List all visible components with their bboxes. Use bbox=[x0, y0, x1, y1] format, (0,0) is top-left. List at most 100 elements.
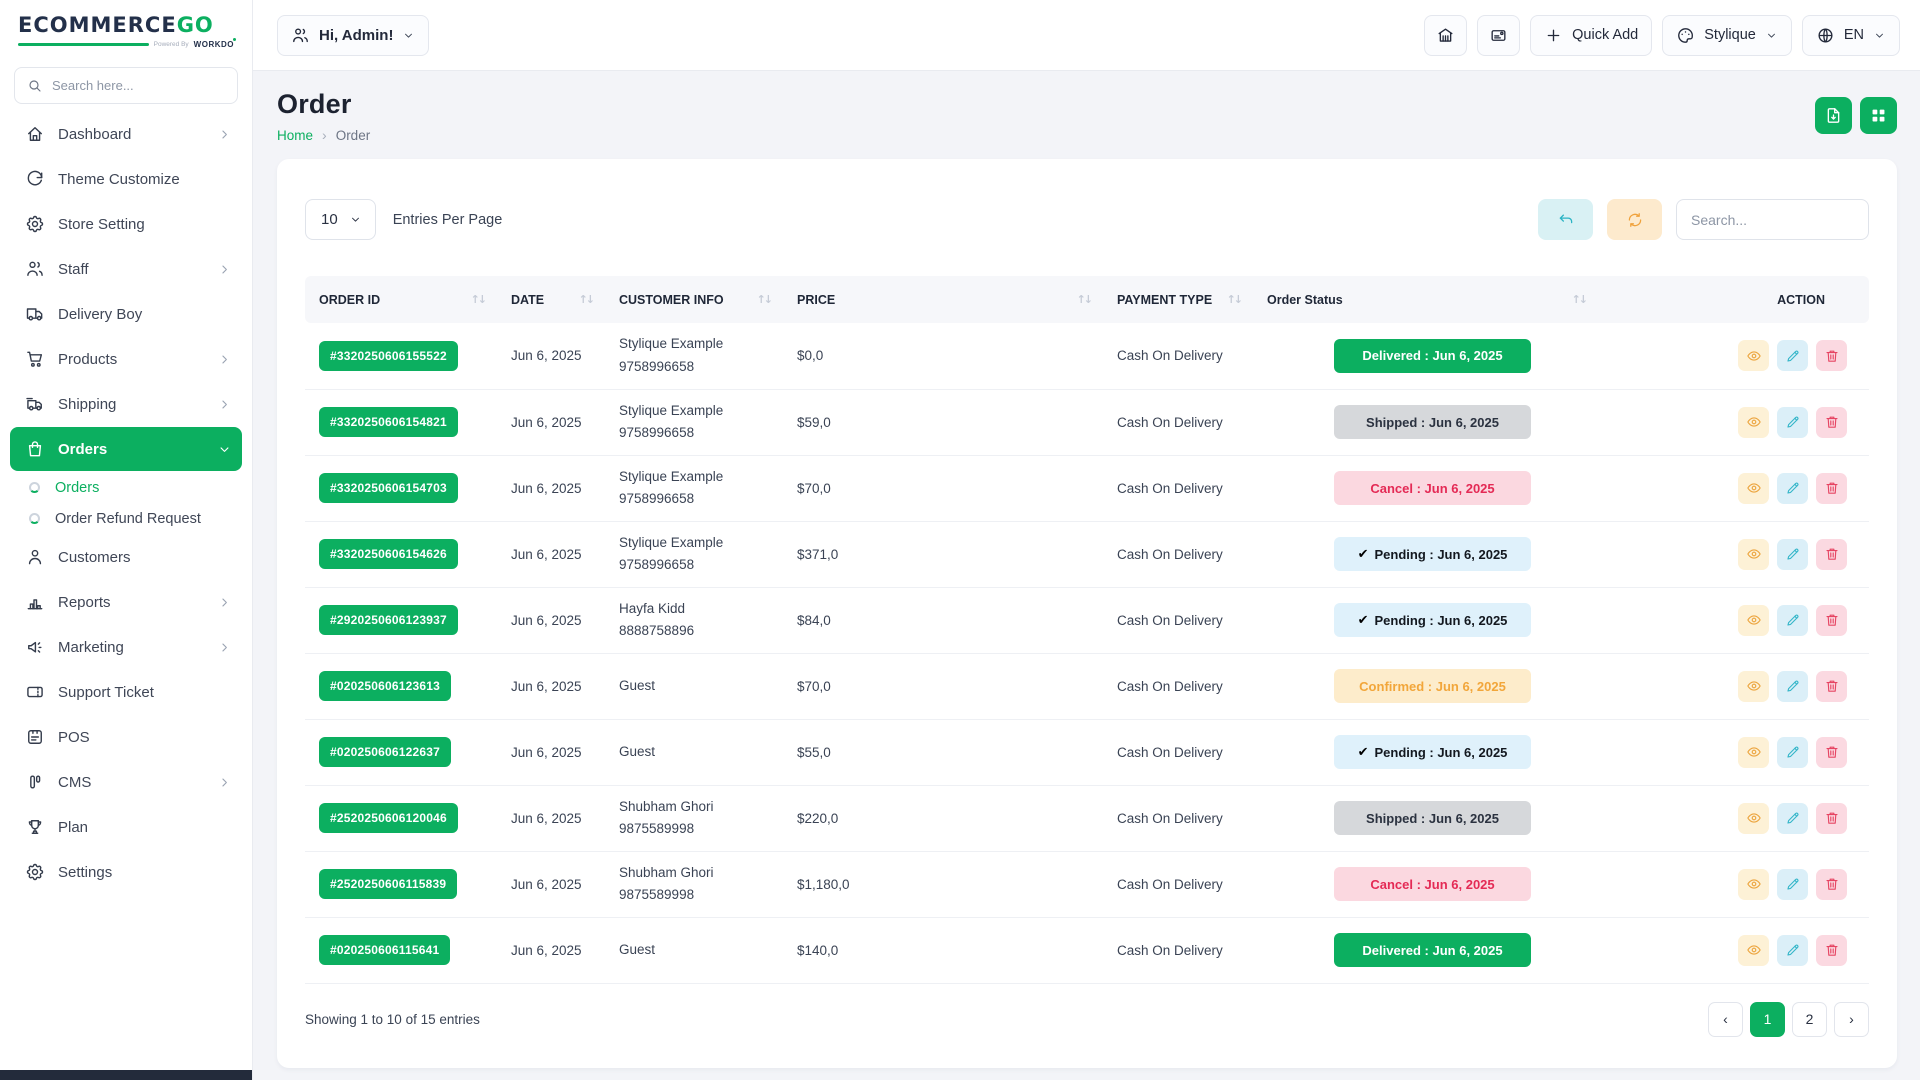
order-id-badge[interactable]: #2520250606115839 bbox=[319, 869, 457, 899]
sidebar-item-plan[interactable]: Plan bbox=[10, 805, 242, 849]
undo-button[interactable] bbox=[1538, 199, 1593, 240]
order-id-badge[interactable]: #3320250606155522 bbox=[319, 341, 458, 371]
view-order-button[interactable] bbox=[1738, 803, 1769, 834]
storefront-button[interactable] bbox=[1424, 15, 1467, 56]
delete-order-button[interactable] bbox=[1816, 340, 1847, 371]
sidebar-item-orders[interactable]: Orders bbox=[10, 427, 242, 471]
sidebar-item-dashboard[interactable]: Dashboard bbox=[10, 112, 242, 156]
edit-order-button[interactable] bbox=[1777, 671, 1808, 702]
theme-store-button[interactable]: Stylique bbox=[1662, 15, 1792, 56]
order-id-badge[interactable]: #3320250606154821 bbox=[319, 407, 458, 437]
chevron-right-icon bbox=[217, 352, 232, 367]
entries-per-page-select[interactable]: 10 bbox=[305, 199, 376, 240]
delete-order-button[interactable] bbox=[1816, 671, 1847, 702]
export-button[interactable] bbox=[1815, 97, 1852, 134]
edit-order-button[interactable] bbox=[1777, 935, 1808, 966]
delete-order-button[interactable] bbox=[1816, 605, 1847, 636]
delete-order-button[interactable] bbox=[1816, 473, 1847, 504]
sidebar-item-delivery-boy[interactable]: Delivery Boy bbox=[10, 292, 242, 336]
delete-order-button[interactable] bbox=[1816, 539, 1847, 570]
edit-order-button[interactable] bbox=[1777, 737, 1808, 768]
payment-type: Cash On Delivery bbox=[1117, 811, 1223, 826]
edit-order-button[interactable] bbox=[1777, 407, 1808, 438]
edit-order-button[interactable] bbox=[1777, 340, 1808, 371]
order-id-badge[interactable]: #2520250606120046 bbox=[319, 803, 458, 833]
sidebar-item-pos[interactable]: POS bbox=[10, 715, 242, 759]
prev-page-button[interactable]: ‹ bbox=[1708, 1002, 1743, 1037]
edit-order-button[interactable] bbox=[1777, 803, 1808, 834]
payment-type: Cash On Delivery bbox=[1117, 877, 1223, 892]
view-order-button[interactable] bbox=[1738, 935, 1769, 966]
delete-order-button[interactable] bbox=[1816, 737, 1847, 768]
order-status-badge: Cancel : Jun 6, 2025 bbox=[1334, 471, 1531, 505]
sidebar-item-cms[interactable]: CMS bbox=[10, 760, 242, 804]
order-row: #3320250606155522Jun 6, 2025Stylique Exa… bbox=[305, 323, 1869, 389]
sidebar-item-customers[interactable]: Customers bbox=[10, 535, 242, 579]
edit-order-button[interactable] bbox=[1777, 869, 1808, 900]
view-order-button[interactable] bbox=[1738, 737, 1769, 768]
sidebar-item-orders-list[interactable]: Orders bbox=[10, 472, 242, 503]
edit-order-button[interactable] bbox=[1777, 539, 1808, 570]
view-order-button[interactable] bbox=[1738, 605, 1769, 636]
page-button-1[interactable]: 1 bbox=[1750, 1002, 1785, 1037]
sidebar-item-store-setting[interactable]: Store Setting bbox=[10, 202, 242, 246]
sidebar-item-shipping[interactable]: Shipping bbox=[10, 382, 242, 426]
view-order-button[interactable] bbox=[1738, 473, 1769, 504]
shipping-icon bbox=[25, 394, 45, 414]
workdo-logo: WORKDO bbox=[194, 40, 234, 49]
cms-icon bbox=[25, 772, 45, 792]
order-date: Jun 6, 2025 bbox=[511, 811, 582, 826]
sidebar-item-settings[interactable]: Settings bbox=[10, 850, 242, 894]
trash-icon bbox=[1824, 744, 1840, 760]
next-page-button[interactable]: › bbox=[1834, 1002, 1869, 1037]
sidebar-search-input[interactable] bbox=[52, 78, 225, 93]
view-order-button[interactable] bbox=[1738, 539, 1769, 570]
refresh-button[interactable] bbox=[1607, 199, 1662, 240]
bullet-icon bbox=[29, 513, 40, 524]
view-order-button[interactable] bbox=[1738, 407, 1769, 438]
order-id-badge[interactable]: #3320250606154626 bbox=[319, 539, 458, 569]
trash-icon bbox=[1824, 678, 1840, 694]
quick-add-button[interactable]: Quick Add bbox=[1530, 15, 1652, 56]
column-header-order-id[interactable]: ORDER ID↑↓ bbox=[305, 276, 497, 323]
sidebar-item-order-refund-request[interactable]: Order Refund Request bbox=[10, 503, 242, 534]
customer-name: Stylique Example bbox=[619, 400, 783, 422]
brand-underline bbox=[18, 43, 149, 46]
delete-order-button[interactable] bbox=[1816, 935, 1847, 966]
delete-order-button[interactable] bbox=[1816, 407, 1847, 438]
mail-button[interactable] bbox=[1477, 15, 1520, 56]
delete-order-button[interactable] bbox=[1816, 869, 1847, 900]
order-id-badge[interactable]: #2920250606123937 bbox=[319, 605, 458, 635]
admin-menu-button[interactable]: Hi, Admin! bbox=[277, 15, 429, 56]
page-content: Order Home › Order 10 bbox=[253, 71, 1920, 1080]
edit-order-button[interactable] bbox=[1777, 473, 1808, 504]
plus-icon bbox=[1544, 26, 1563, 45]
column-header-payment-type[interactable]: PAYMENT TYPE↑↓ bbox=[1103, 276, 1253, 323]
order-id-badge[interactable]: #020250606115641 bbox=[319, 935, 450, 965]
column-header-price[interactable]: PRICE↑↓ bbox=[783, 276, 1103, 323]
sidebar-item-staff[interactable]: Staff bbox=[10, 247, 242, 291]
sidebar-item-products[interactable]: Products bbox=[10, 337, 242, 381]
sidebar: ECOMMERCEGO Powered By WORKDO DashboardT… bbox=[0, 0, 253, 1080]
view-order-button[interactable] bbox=[1738, 340, 1769, 371]
page-button-2[interactable]: 2 bbox=[1792, 1002, 1827, 1037]
view-order-button[interactable] bbox=[1738, 671, 1769, 702]
view-order-button[interactable] bbox=[1738, 869, 1769, 900]
delete-order-button[interactable] bbox=[1816, 803, 1847, 834]
grid-view-button[interactable] bbox=[1860, 97, 1897, 134]
sidebar-item-support-ticket[interactable]: Support Ticket bbox=[10, 670, 242, 714]
column-header-date[interactable]: DATE↑↓ bbox=[497, 276, 605, 323]
sidebar-item-theme-customize[interactable]: Theme Customize bbox=[10, 157, 242, 201]
column-header-order-status[interactable]: Order Status↑↓ bbox=[1253, 276, 1598, 323]
ticket-icon bbox=[25, 682, 45, 702]
sidebar-item-marketing[interactable]: Marketing bbox=[10, 625, 242, 669]
edit-order-button[interactable] bbox=[1777, 605, 1808, 636]
language-button[interactable]: EN bbox=[1802, 15, 1900, 56]
column-header-customer-info[interactable]: CUSTOMER INFO↑↓ bbox=[605, 276, 783, 323]
sidebar-item-reports[interactable]: Reports bbox=[10, 580, 242, 624]
order-id-badge[interactable]: #020250606122637 bbox=[319, 737, 451, 767]
table-search-input[interactable] bbox=[1676, 199, 1869, 240]
order-id-badge[interactable]: #3320250606154703 bbox=[319, 473, 458, 503]
order-id-badge[interactable]: #020250606123613 bbox=[319, 671, 451, 701]
breadcrumb-home-link[interactable]: Home bbox=[277, 128, 313, 143]
